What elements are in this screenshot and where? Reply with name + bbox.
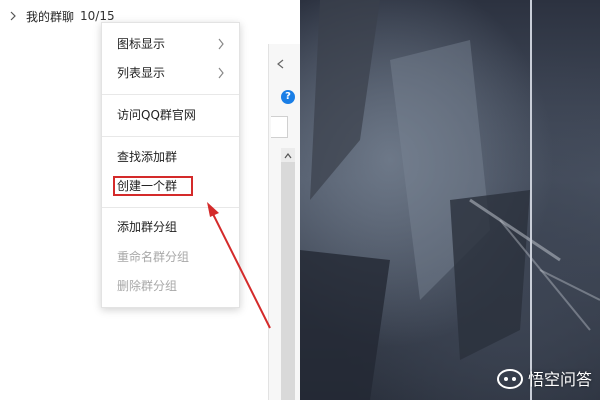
close-icon[interactable] [275,58,287,70]
chevron-right-icon [10,11,16,21]
menu-item-visit-site[interactable]: 访问QQ群官网 [102,103,239,127]
menu-item-label: 查找添加群 [117,150,178,164]
help-icon[interactable]: ? [281,90,295,104]
menu-item-label: 删除群分组 [117,279,178,293]
group-category-count: 10/15 [80,9,115,23]
watermark: 悟空问答 [496,366,592,390]
menu-divider [102,207,239,208]
chevron-right-icon [218,67,224,79]
group-context-menu: 图标显示 列表显示 访问QQ群官网 查找添加群 创建一个群 添加群分组 重命名群… [101,22,240,308]
chevron-up-icon [284,153,292,159]
menu-divider [102,136,239,137]
watermark-text: 悟空问答 [527,370,592,389]
wukong-logo-icon [496,369,523,389]
chevron-right-icon [218,38,224,50]
scroll-up-button[interactable] [281,148,295,162]
background-dialog: ? [268,44,301,400]
menu-item-label: 访问QQ群官网 [117,108,196,122]
menu-item-label: 重命名群分组 [117,250,190,264]
menu-item-find-add-group[interactable]: 查找添加群 [102,145,239,169]
menu-item-label: 列表显示 [117,66,166,80]
menu-divider [102,94,239,95]
menu-item-list-view[interactable]: 列表显示 [102,61,239,85]
desktop-wallpaper [300,0,600,400]
scrollbar-track[interactable] [281,148,295,400]
menu-item-icon-view[interactable]: 图标显示 [102,32,239,56]
group-category-my-groups[interactable]: 我的群聊 10/15 [6,6,115,26]
wallpaper-texture [300,0,600,400]
highlight-box [113,176,193,196]
menu-item-add-category[interactable]: 添加群分组 [102,215,239,239]
search-input[interactable] [271,116,288,138]
group-category-label: 我的群聊 [26,9,75,24]
menu-item-delete-category: 删除群分组 [102,274,239,298]
menu-item-label: 添加群分组 [117,220,178,234]
menu-item-rename-category: 重命名群分组 [102,245,239,269]
menu-item-label: 图标显示 [117,37,166,51]
window-edge [530,0,532,400]
